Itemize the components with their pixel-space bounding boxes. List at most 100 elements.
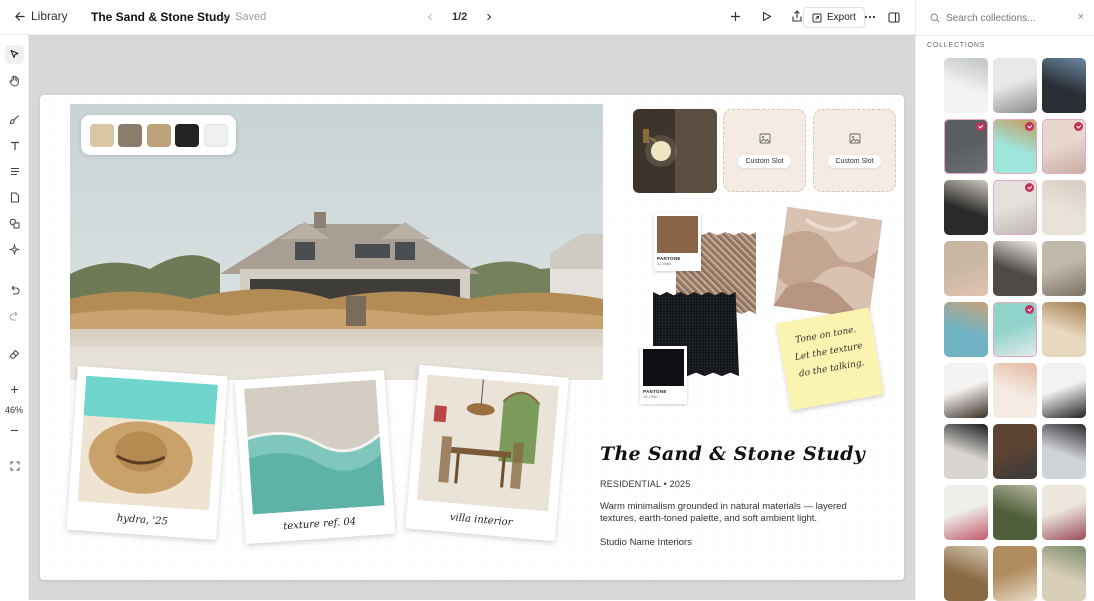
ai-magic-tool[interactable]	[5, 240, 24, 259]
project-description: Warm minimalism grounded in natural mate…	[600, 501, 847, 524]
silk-fabric-swatch[interactable]	[773, 206, 883, 320]
color-palette	[81, 115, 236, 155]
document-title[interactable]: The Sand & Stone Study	[91, 10, 230, 24]
wall-lamp-photo[interactable]	[633, 109, 717, 193]
palette-swatch-3[interactable]	[146, 123, 171, 147]
sticky-note[interactable]: Tone on tone. Let the texture do the tal…	[776, 307, 884, 411]
zoom-out-button[interactable]	[5, 421, 24, 440]
collection-thumb-dark-frames[interactable]	[1042, 58, 1086, 113]
selected-check-icon	[976, 122, 985, 131]
polaroid-photo	[416, 374, 560, 512]
paintbrush-icon	[9, 115, 19, 125]
canvas-area[interactable]: Custom Slot Custom Slot PANTONE 11-5584 …	[29, 35, 915, 600]
lamp-image	[633, 109, 717, 193]
palette-swatch-1[interactable]	[89, 123, 114, 147]
selected-check-icon	[1025, 122, 1034, 131]
custom-slot-2[interactable]: Custom Slot	[813, 109, 896, 192]
collection-thumb-brown-top[interactable]	[993, 424, 1037, 479]
undo-button[interactable]	[5, 280, 24, 299]
pantone-code: 15-7980	[643, 394, 658, 399]
collection-thumb-street-walk[interactable]	[1042, 424, 1086, 479]
collection-thumb-china-set[interactable]	[1042, 546, 1086, 601]
collection-thumb-wood-chair[interactable]	[1042, 302, 1086, 357]
collection-thumb-peach-pattern[interactable]	[993, 363, 1037, 418]
export-button[interactable]: Export	[803, 7, 865, 28]
studio-name: Studio Name Interiors	[600, 537, 692, 548]
plus-icon	[11, 386, 18, 393]
toggle-panel-button[interactable]	[886, 9, 902, 25]
project-info: The Sand & Stone Study RESIDENTIAL • 202…	[600, 443, 880, 548]
select-tool[interactable]	[5, 45, 24, 64]
collection-thumb-plaster-wall[interactable]	[1042, 180, 1086, 235]
shapes-tool[interactable]	[5, 214, 24, 233]
palette-swatch-2[interactable]	[118, 123, 142, 147]
redo-icon	[9, 311, 18, 320]
text-icon	[10, 141, 19, 150]
present-button[interactable]	[758, 8, 774, 24]
eraser-tool[interactable]	[5, 344, 24, 363]
search-bar: ×	[930, 10, 1086, 26]
fit-to-screen-button[interactable]	[5, 456, 24, 475]
moodboard[interactable]: Custom Slot Custom Slot PANTONE 11-5584 …	[40, 95, 904, 580]
polaroid-texture[interactable]: texture ref. 04	[234, 369, 396, 545]
hand-tool[interactable]	[5, 71, 24, 90]
silk-fabric-image	[773, 206, 883, 320]
collection-thumb-pantry-jars[interactable]	[993, 546, 1037, 601]
list-tool[interactable]	[5, 162, 24, 181]
collection-thumb-linen-drape[interactable]	[1042, 119, 1086, 174]
collection-thumb-ceramic-jars[interactable]	[1042, 241, 1086, 296]
clear-search-icon[interactable]: ×	[1078, 11, 1084, 23]
collection-thumb-white-vase[interactable]	[993, 241, 1037, 296]
collection-thumb-beach-shore[interactable]	[944, 302, 988, 357]
collection-thumb-aqua-wave[interactable]	[993, 302, 1037, 357]
collection-thumb-cream-fabric[interactable]	[993, 180, 1037, 235]
aerial-shore-photo	[244, 379, 385, 515]
sidebar-divider	[916, 35, 1094, 36]
collection-thumb-black-outfit[interactable]	[944, 424, 988, 479]
sidebar-panel-icon	[888, 11, 900, 23]
pantone-chip	[643, 349, 684, 386]
chevron-right-icon	[487, 13, 492, 21]
polaroid-hat[interactable]: hydra, '25	[66, 365, 228, 541]
palette-swatch-4[interactable]	[175, 123, 199, 147]
collection-thumb-grey-interior[interactable]	[993, 58, 1037, 113]
brush-tool[interactable]	[5, 110, 24, 129]
pantone-card-brown[interactable]: PANTONE 11-5584	[654, 213, 701, 271]
collection-thumb-windsor-chair[interactable]	[944, 363, 988, 418]
page-tool[interactable]	[5, 188, 24, 207]
next-page-button[interactable]	[481, 9, 497, 25]
collection-thumb-flower-bowl[interactable]	[944, 485, 988, 540]
collection-thumb-floral-jug[interactable]	[1042, 485, 1086, 540]
collection-thumb-straw-hat[interactable]	[993, 119, 1037, 174]
palette-swatch-5[interactable]	[203, 123, 228, 147]
more-options-button[interactable]	[862, 9, 878, 25]
back-to-library-button[interactable]: Library	[14, 9, 68, 23]
export-label: Export	[827, 12, 856, 23]
prev-page-button[interactable]	[422, 9, 438, 25]
redo-button[interactable]	[5, 306, 24, 325]
plus-icon	[730, 11, 740, 21]
custom-slot-1[interactable]: Custom Slot	[723, 109, 806, 192]
collection-thumb-zebra-pattern[interactable]	[1042, 363, 1086, 418]
collection-thumb-blueprint-sketch[interactable]	[944, 58, 988, 113]
minus-icon	[11, 429, 18, 432]
play-icon	[762, 11, 771, 21]
collection-thumb-slate-wall[interactable]	[944, 119, 988, 174]
polaroid-caption: hydra, '25	[116, 513, 169, 528]
villa-dining-photo	[416, 374, 560, 512]
collection-thumb-pink-vase[interactable]	[944, 241, 988, 296]
polaroid-caption: texture ref. 04	[282, 516, 357, 533]
save-status: Saved	[221, 11, 266, 23]
polaroid-villa[interactable]: villa interior	[405, 364, 569, 542]
fullscreen-icon	[10, 461, 19, 470]
add-page-button[interactable]	[727, 8, 743, 24]
zoom-in-button[interactable]	[5, 380, 24, 399]
project-title[interactable]: The Sand & Stone Study	[600, 443, 880, 465]
collection-thumb-olive-dish[interactable]	[993, 485, 1037, 540]
custom-slot-label: Custom Slot	[828, 155, 881, 168]
collection-thumb-kitchen-shelf[interactable]	[944, 546, 988, 601]
collection-thumb-white-mug[interactable]	[944, 180, 988, 235]
text-tool[interactable]	[5, 136, 24, 155]
pantone-card-black[interactable]: PANTONE 15-7980	[640, 346, 687, 404]
search-input[interactable]	[946, 12, 1064, 24]
